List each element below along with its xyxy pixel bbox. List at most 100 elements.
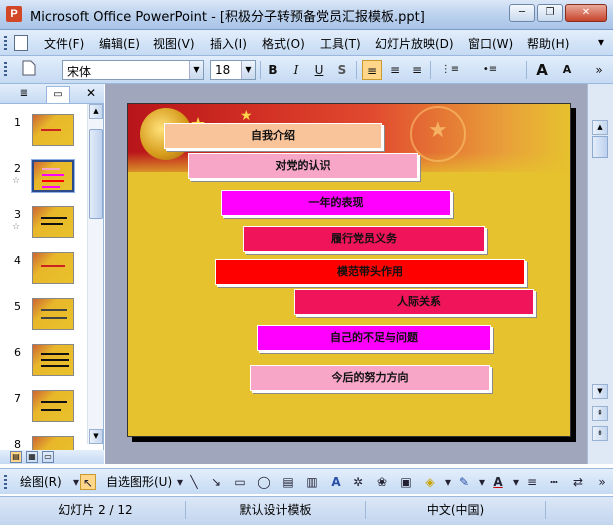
scroll-down-icon[interactable]: ▼: [89, 429, 103, 444]
line-color-icon[interactable]: ✎: [456, 474, 472, 490]
grow-font-button[interactable]: A: [532, 60, 552, 80]
draw-menu-button[interactable]: 绘图(R): [20, 473, 62, 491]
italic-button[interactable]: I: [287, 60, 305, 80]
bold-button[interactable]: B: [264, 60, 282, 80]
chevron-down-icon[interactable]: ▼: [189, 61, 203, 79]
scroll-up-icon[interactable]: ▲: [89, 104, 103, 119]
wordart-icon[interactable]: A: [328, 474, 344, 490]
picture-icon[interactable]: ▣: [398, 474, 414, 490]
menu-help[interactable]: 帮助(H): [527, 35, 569, 52]
select-pointer-icon[interactable]: ↖: [80, 474, 96, 490]
numbered-list-button[interactable]: ⋮≡: [440, 60, 460, 80]
font-name-value: 宋体: [67, 65, 92, 79]
shrink-font-button[interactable]: A: [558, 60, 576, 80]
document-icon[interactable]: [14, 35, 28, 51]
normal-view-icon[interactable]: ▤: [10, 451, 22, 463]
menu-view[interactable]: 视图(V): [153, 35, 195, 52]
close-icon[interactable]: ✕: [86, 86, 96, 100]
font-name-select[interactable]: 宋体 ▼: [62, 60, 204, 80]
slide-thumbnail-3[interactable]: 3 ☆: [0, 206, 86, 246]
oval-icon[interactable]: ◯: [256, 474, 272, 490]
animation-star-icon: ☆: [12, 176, 21, 186]
slide-thumbnail-4[interactable]: 4: [0, 252, 86, 292]
menu-grip[interactable]: [4, 36, 7, 50]
slide-item-shortcomings[interactable]: 自己的不足与问题: [257, 325, 491, 351]
current-slide[interactable]: ★ ★ ★ 自我介绍 对党的认识 一年的表现 履行党员义务 模范带头作用 人际关…: [127, 103, 571, 437]
menu-insert[interactable]: 插入(I): [210, 35, 247, 52]
menu-tools[interactable]: 工具(T): [320, 35, 361, 52]
slide-thumbnail-5[interactable]: 5: [0, 298, 86, 338]
toolbar-overflow-chevron-icon[interactable]: »: [594, 474, 610, 490]
slide-scrollbar[interactable]: ▲ ▼ ⇞ ⇟: [587, 84, 613, 464]
slide-number: 2: [14, 162, 21, 175]
align-center-button[interactable]: ≡: [386, 60, 404, 80]
menu-file[interactable]: 文件(F): [44, 35, 84, 52]
scroll-thumb[interactable]: [89, 129, 103, 219]
align-right-button[interactable]: ≡: [408, 60, 426, 80]
slide-thumbnail-7[interactable]: 7: [0, 390, 86, 430]
line-icon[interactable]: ╲: [186, 474, 202, 490]
menu-edit[interactable]: 编辑(E): [99, 35, 140, 52]
slide-thumbnail-2[interactable]: 2 ☆: [0, 159, 86, 200]
toolbar-grip[interactable]: [4, 475, 7, 489]
scroll-up-icon[interactable]: ▲: [592, 120, 608, 135]
slide-number: 4: [14, 254, 21, 267]
slide-thumbnail-6[interactable]: 6: [0, 344, 86, 384]
diagram-icon[interactable]: ✲: [350, 474, 366, 490]
tab-outline[interactable]: ≣: [12, 86, 36, 103]
underline-button[interactable]: U: [310, 60, 328, 80]
slide-number: 5: [14, 300, 21, 313]
rectangle-icon[interactable]: ▭: [232, 474, 248, 490]
slide-item-party-understanding[interactable]: 对党的认识: [188, 153, 418, 179]
fill-color-icon[interactable]: ◈: [422, 474, 438, 490]
scroll-down-icon[interactable]: ▼: [592, 384, 608, 399]
close-button[interactable]: ✕: [565, 4, 607, 22]
tab-slides[interactable]: ▭: [46, 86, 70, 103]
chevron-down-icon[interactable]: ▾: [508, 474, 524, 490]
slide-item-relationships[interactable]: 人际关系: [294, 289, 534, 315]
animation-star-icon: ☆: [12, 222, 21, 232]
slide-item-self-intro[interactable]: 自我介绍: [164, 123, 382, 149]
menu-slideshow[interactable]: 幻灯片放映(D): [375, 35, 454, 52]
arrow-style-icon[interactable]: ⇄: [570, 474, 586, 490]
font-color-icon[interactable]: A: [490, 474, 506, 490]
menu-overflow-chevron-icon[interactable]: ▾: [598, 35, 604, 49]
slide-number: 3: [14, 208, 21, 221]
slide-item-member-duties[interactable]: 履行党员义务: [243, 226, 485, 252]
toolbar-separator: [526, 61, 527, 79]
new-document-icon[interactable]: [18, 60, 40, 80]
clip-art-icon[interactable]: ❀: [374, 474, 390, 490]
previous-slide-icon[interactable]: ⇞: [592, 406, 608, 421]
slideshow-view-icon[interactable]: ▭: [42, 451, 54, 463]
next-slide-icon[interactable]: ⇟: [592, 426, 608, 441]
autoshapes-menu-button[interactable]: 自选图形(U): [106, 473, 172, 491]
chevron-down-icon[interactable]: ▼: [241, 61, 255, 79]
dash-style-icon[interactable]: ┅: [546, 474, 562, 490]
slide-item-role-model[interactable]: 模范带头作用: [215, 259, 525, 285]
slide-item-year-performance[interactable]: 一年的表现: [221, 190, 451, 216]
vertical-text-box-icon[interactable]: ▥: [304, 474, 320, 490]
scroll-thumb[interactable]: [592, 136, 608, 158]
powerpoint-app-icon[interactable]: P: [6, 6, 22, 22]
toolbar-overflow-chevron-icon[interactable]: »: [592, 60, 606, 80]
toolbar-grip[interactable]: [4, 62, 7, 76]
slide-sorter-view-icon[interactable]: ▦: [26, 451, 38, 463]
slide-thumbnail-1[interactable]: 1: [0, 114, 86, 154]
line-style-icon[interactable]: ≡: [524, 474, 540, 490]
menu-format[interactable]: 格式(O): [262, 35, 305, 52]
menu-window[interactable]: 窗口(W): [468, 35, 513, 52]
restore-button[interactable]: ❐: [537, 4, 563, 22]
align-left-button[interactable]: ≡: [362, 60, 382, 80]
slide-thumbnail-8[interactable]: 8: [0, 436, 86, 450]
slide-item-future-direction[interactable]: 今后的努力方向: [250, 365, 490, 391]
arrow-icon[interactable]: ↘: [208, 474, 224, 490]
pane-scrollbar[interactable]: ▲ ▼: [87, 104, 103, 444]
minimize-button[interactable]: ─: [509, 4, 535, 22]
chevron-down-icon[interactable]: ▾: [474, 474, 490, 490]
shadow-button[interactable]: S: [333, 60, 351, 80]
bulleted-list-button[interactable]: •≡: [480, 60, 500, 80]
font-size-select[interactable]: 18 ▼: [210, 60, 256, 80]
chevron-down-icon[interactable]: ▾: [440, 474, 456, 490]
pane-tabs: ≣ ▭ ✕: [0, 84, 104, 104]
text-box-icon[interactable]: ▤: [280, 474, 296, 490]
